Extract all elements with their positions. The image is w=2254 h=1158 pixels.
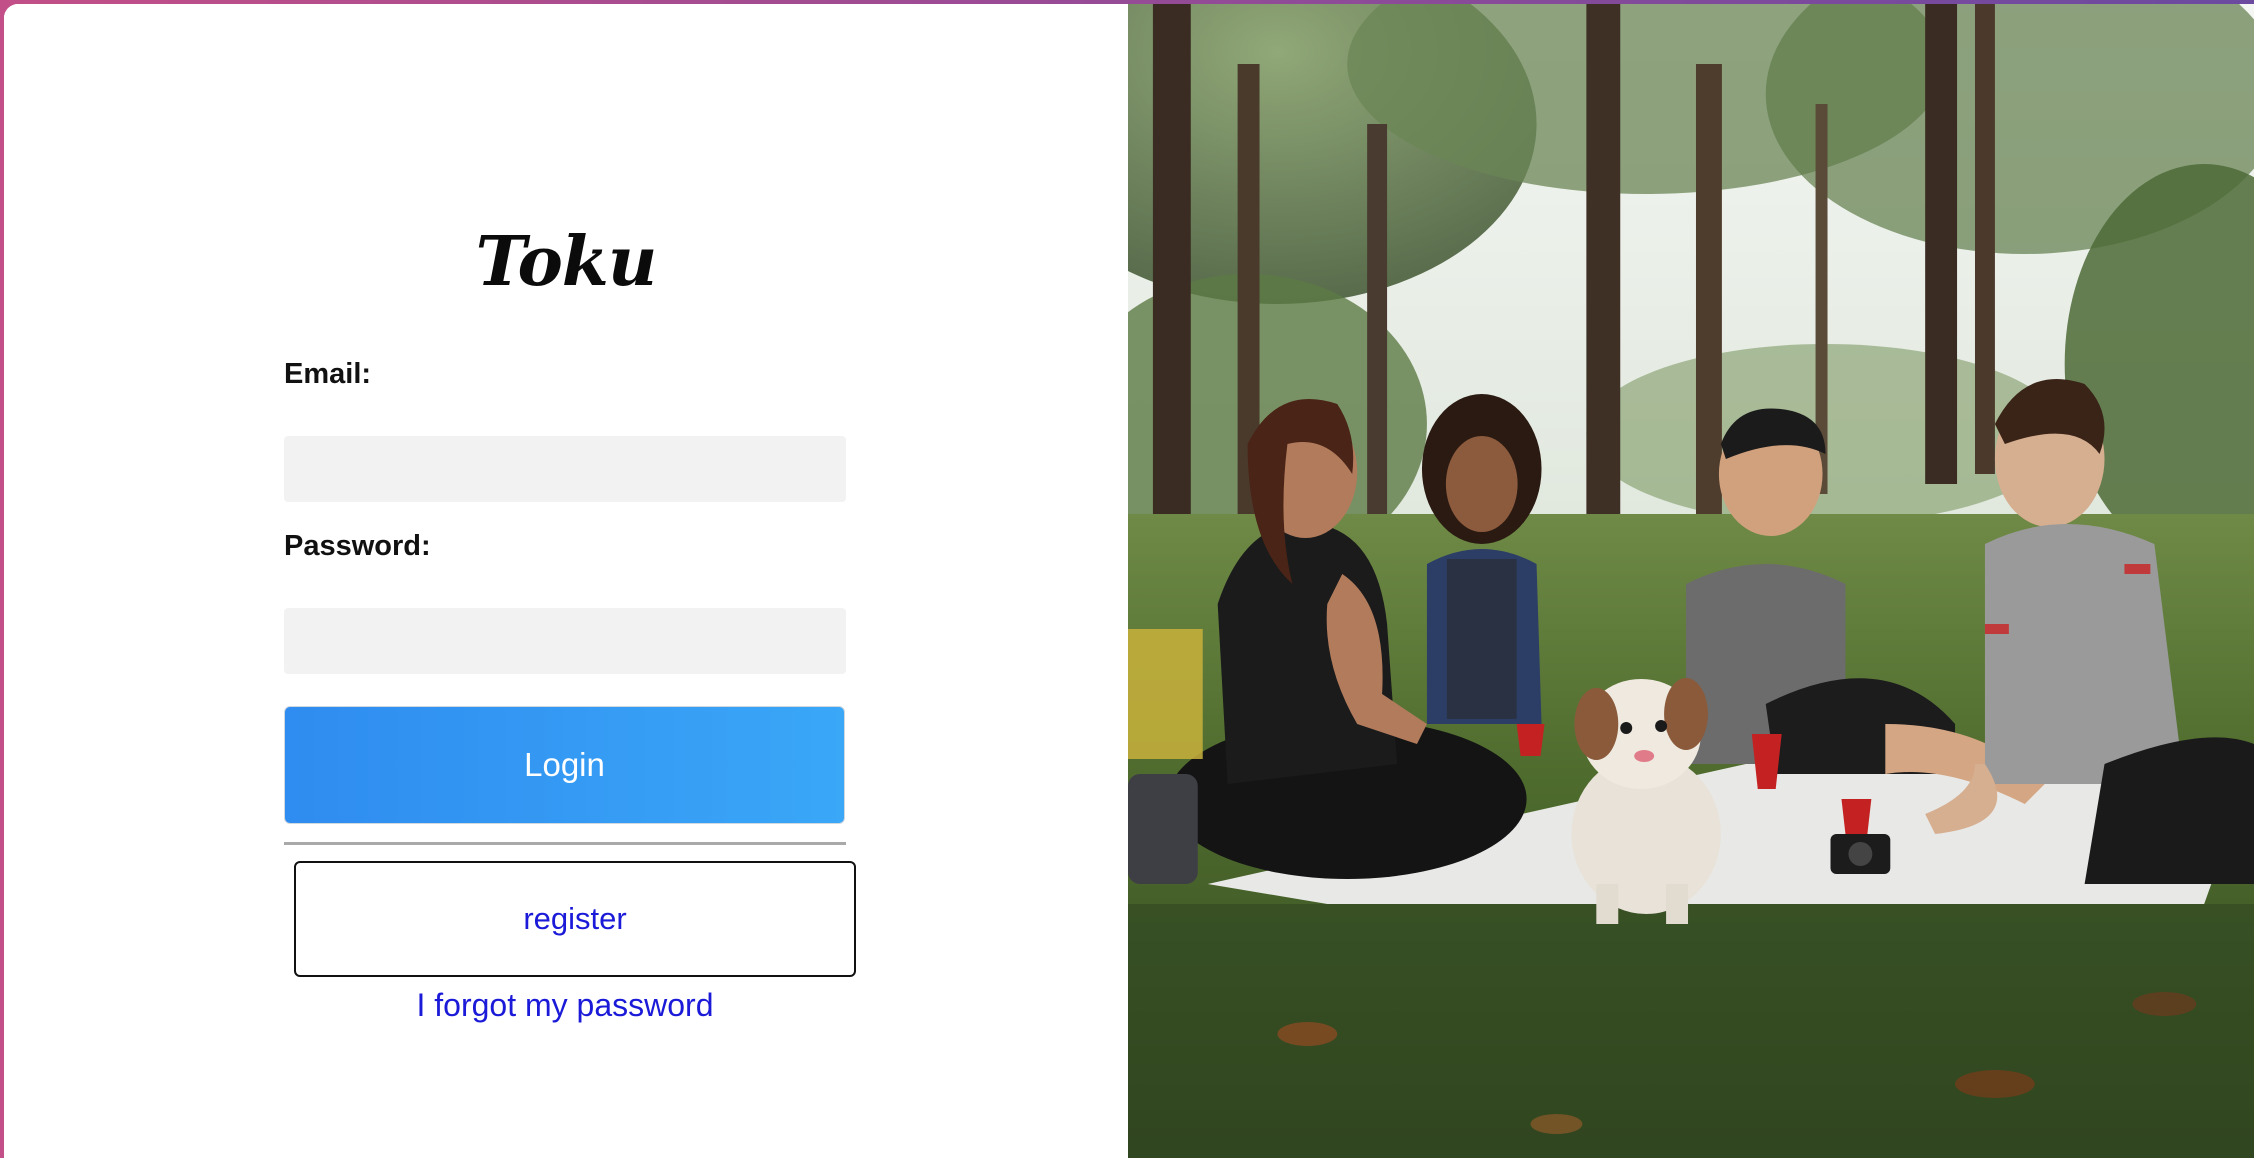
divider <box>284 842 846 845</box>
picnic-photo-icon <box>1128 4 2254 1158</box>
toku-logo: Toku <box>475 222 658 302</box>
register-button[interactable]: register <box>294 861 856 977</box>
email-field[interactable] <box>284 436 846 502</box>
password-field[interactable] <box>284 608 846 674</box>
hero-photo <box>1128 4 2254 1158</box>
login-panel: Toku Email: Password: Login register I f… <box>4 4 1128 1158</box>
email-label: Email: <box>284 358 372 390</box>
login-form: Email: Password: Login register I forgot… <box>284 354 856 1027</box>
forgot-password-link[interactable]: I forgot my password <box>284 983 846 1027</box>
login-window: Toku Email: Password: Login register I f… <box>4 4 2254 1158</box>
login-button[interactable]: Login <box>284 706 845 824</box>
password-label: Password: <box>284 530 431 562</box>
